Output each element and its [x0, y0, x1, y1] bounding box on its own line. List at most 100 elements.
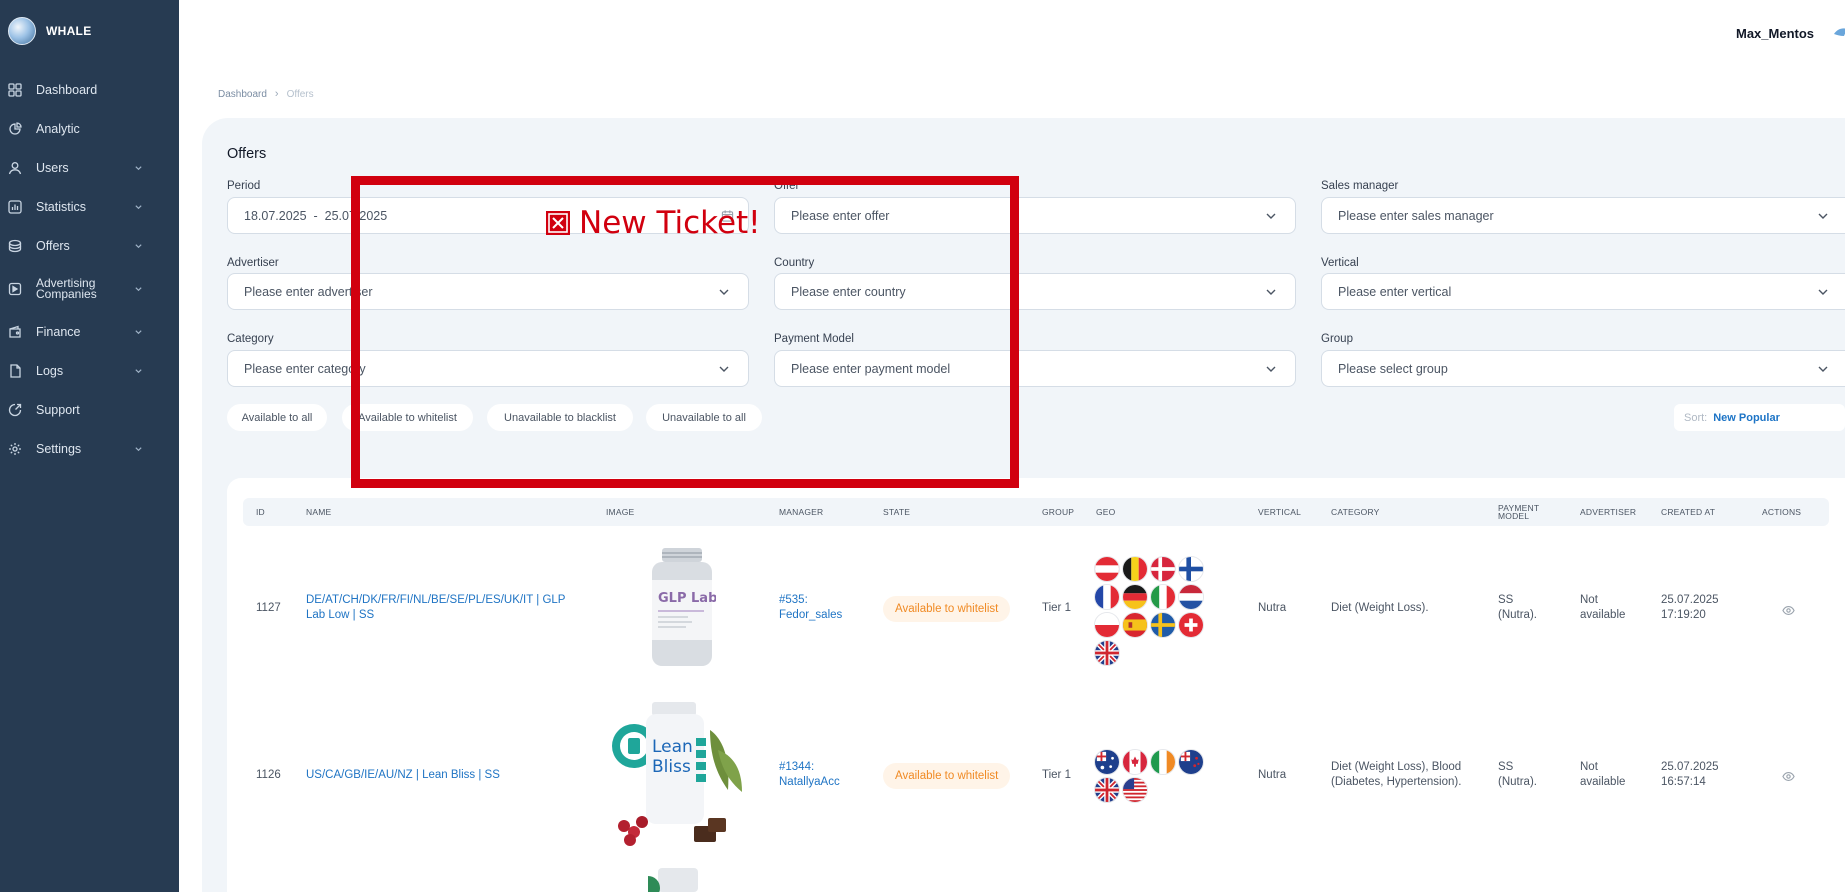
chevron-down-icon	[134, 241, 143, 250]
column-header-created-at[interactable]: CREATED AT	[1661, 508, 1715, 517]
sidebar-item-analytic[interactable]: Analytic	[0, 109, 179, 148]
offer-payment-model: SS (Nutra).	[1498, 761, 1537, 788]
sidebar-item-label: Analytic	[36, 121, 80, 136]
sales-manager-placeholder: Please enter sales manager	[1338, 208, 1494, 223]
sidebar-item-dashboard[interactable]: Dashboard	[0, 70, 179, 109]
column-header-id[interactable]: ID	[256, 508, 265, 517]
column-header-actions: ACTIONS	[1762, 507, 1802, 517]
offer-name-link[interactable]: DE/AT/CH/DK/FR/FI/NL/BE/SE/PL/ES/UK/IT |…	[306, 593, 576, 623]
svg-text:Bliss: Bliss	[652, 757, 691, 777]
flag-pl-icon	[1094, 612, 1120, 638]
new-ticket-text: New Ticket!	[579, 205, 761, 241]
product-image-partial	[636, 866, 708, 892]
offer-category: Diet (Weight Loss), Blood (Diabetes, Hyp…	[1331, 761, 1462, 788]
offer-name-link[interactable]: US/CA/GB/IE/AU/NZ | Lean Bliss | SS	[306, 768, 576, 783]
flag-fi-icon	[1178, 556, 1204, 582]
chevron-down-icon	[1817, 286, 1829, 298]
chevron-right-icon: ›	[274, 88, 279, 100]
sidebar-item-label: Users	[36, 160, 69, 175]
eye-icon[interactable]	[1782, 770, 1795, 783]
product-image-lean-bliss: Lean Bliss	[610, 700, 750, 855]
group-select[interactable]: Please select group	[1321, 350, 1845, 387]
flag-nz-icon	[1178, 749, 1204, 775]
sort-label: Sort:	[1684, 411, 1708, 424]
new-ticket-label[interactable]: New Ticket!	[546, 205, 761, 241]
flag-uk-icon	[1094, 640, 1120, 666]
column-header-state[interactable]: STATE	[883, 508, 910, 517]
chevron-down-icon	[1265, 286, 1277, 298]
group-placeholder: Please select group	[1338, 361, 1448, 376]
flag-it-icon	[1150, 584, 1176, 610]
sidebar-item-label: Settings	[36, 441, 82, 456]
close-x-icon[interactable]	[546, 211, 570, 235]
svg-text:Lean: Lean	[652, 737, 693, 757]
sidebar-item-settings[interactable]: Settings	[0, 429, 179, 468]
chevron-down-icon	[1265, 210, 1277, 222]
sidebar-item-label: Advertising Companies	[36, 275, 97, 301]
column-header-payment-model[interactable]: PAYMENT MODEL	[1498, 504, 1544, 521]
brand-logo[interactable]: WHALE	[8, 17, 92, 45]
user-name[interactable]: Max_Mentos	[1736, 26, 1814, 41]
column-header-advertiser[interactable]: ADVERTISER	[1580, 508, 1636, 517]
column-header-vertical[interactable]: VERTICAL	[1258, 508, 1301, 517]
sidebar-item-users[interactable]: Users	[0, 148, 179, 187]
flag-us-icon	[1122, 777, 1148, 803]
offers-icon	[8, 239, 22, 253]
page-title: Offers	[227, 146, 267, 162]
vertical-placeholder: Please enter vertical	[1338, 284, 1452, 299]
logs-icon	[8, 363, 22, 378]
sidebar-item-label: Dashboard	[36, 82, 98, 97]
category-placeholder: Please enter category	[244, 361, 366, 376]
sidebar-item-support[interactable]: Support	[0, 390, 179, 429]
sidebar: WHALE Dashboard Analytic Users Statistic…	[0, 0, 179, 892]
sidebar-item-statistics[interactable]: Statistics	[0, 187, 179, 226]
sort-selector[interactable]: Sort: New Popular	[1674, 404, 1845, 431]
sales-manager-select[interactable]: Please enter sales manager	[1321, 197, 1845, 234]
status-badge: Available to whitelist	[883, 763, 1011, 789]
offer-created-at: 25.07.2025 17:19:20	[1661, 594, 1719, 621]
flag-dk-icon	[1150, 556, 1176, 582]
column-header-geo[interactable]: GEO	[1096, 508, 1116, 517]
chevron-down-icon	[134, 163, 143, 172]
brand-name: WHALE	[46, 24, 92, 38]
column-header-name[interactable]: NAME	[306, 508, 331, 517]
column-header-group[interactable]: GROUP	[1042, 508, 1074, 517]
vertical-label: Vertical	[1321, 257, 1359, 269]
breadcrumb-dashboard[interactable]: Dashboard	[218, 89, 267, 100]
vertical-select[interactable]: Please enter vertical	[1321, 273, 1845, 310]
chevron-down-icon	[134, 202, 143, 211]
manager-link[interactable]: #1344: NatallyaAcc	[779, 760, 859, 790]
sidebar-item-label: Offers	[36, 238, 70, 253]
sidebar-item-advertising-companies[interactable]: Advertising Companies	[0, 265, 179, 312]
offer-payment-model: SS (Nutra).	[1498, 594, 1537, 621]
flag-fr-icon	[1094, 584, 1120, 610]
flag-se-icon	[1150, 612, 1176, 638]
category-label: Category	[227, 333, 274, 345]
eye-icon[interactable]	[1782, 604, 1795, 617]
flag-nl-icon	[1178, 584, 1204, 610]
product-image-glp-lab: GLP Lab	[648, 546, 717, 673]
advertising-icon	[8, 282, 22, 296]
chevron-down-icon	[134, 327, 143, 336]
status-badge: Available to whitelist	[883, 596, 1011, 622]
offer-vertical: Nutra	[1258, 769, 1287, 781]
statistics-icon	[8, 199, 22, 214]
offer-group: Tier 1	[1042, 602, 1071, 614]
analytic-icon	[8, 121, 22, 136]
whale-avatar-icon[interactable]	[1832, 22, 1845, 42]
flag-at-icon	[1094, 556, 1120, 582]
column-header-category[interactable]: CATEGORY	[1331, 508, 1380, 517]
sidebar-nav: Dashboard Analytic Users Statistics Offe…	[0, 70, 179, 468]
offer-group: Tier 1	[1042, 769, 1071, 781]
chevron-down-icon	[134, 284, 143, 293]
flag-au-icon	[1094, 749, 1120, 775]
column-header-manager[interactable]: MANAGER	[779, 508, 823, 517]
column-header-image: IMAGE	[606, 507, 635, 517]
chevron-down-icon	[134, 366, 143, 375]
sidebar-item-label: Support	[36, 402, 80, 417]
sidebar-item-logs[interactable]: Logs	[0, 351, 179, 390]
sidebar-item-offers[interactable]: Offers	[0, 226, 179, 265]
chip-available-to-all[interactable]: Available to all	[227, 404, 327, 431]
manager-link[interactable]: #535: Fedor_sales	[779, 593, 859, 623]
sidebar-item-finance[interactable]: Finance	[0, 312, 179, 351]
